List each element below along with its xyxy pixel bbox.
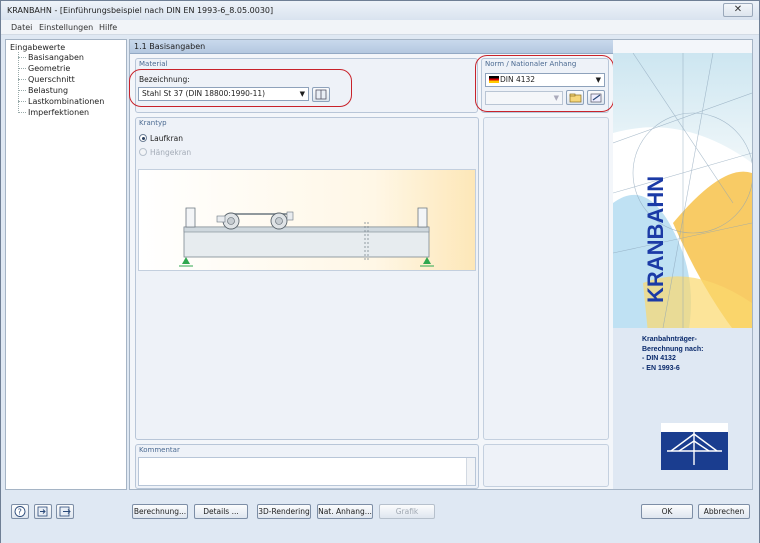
right-info-pane <box>483 117 609 440</box>
tree-item-querschnitt[interactable]: Querschnitt <box>28 75 75 84</box>
tree-item-belastung[interactable]: Belastung <box>28 86 68 95</box>
panel-title: 1.1 Basisangaben <box>134 42 206 51</box>
tree-root-eingabewerte[interactable]: Eingabewerte <box>10 43 65 52</box>
laufkran-label: Laufkran <box>150 134 183 143</box>
crane-illustration <box>138 169 476 271</box>
3d-rendering-button[interactable]: 3D-Rendering <box>257 504 311 519</box>
export-button[interactable] <box>56 504 74 519</box>
kommentar-textarea[interactable] <box>138 457 476 486</box>
grafik-button[interactable]: Grafik <box>379 504 435 519</box>
krantyp-group: Krantyp <box>135 117 479 440</box>
haengekran-radio[interactable] <box>139 148 147 156</box>
bottom-toolbar: ? Berechnung... Details ... 3D-Rendering… <box>1 496 759 543</box>
tree-item-basisangaben[interactable]: Basisangaben <box>28 53 84 62</box>
krantyp-group-label: Krantyp <box>139 119 167 127</box>
panel-header: 1.1 Basisangaben <box>130 40 613 54</box>
tree-guide-tick <box>18 90 26 91</box>
tree-guide-tick <box>18 101 26 102</box>
ok-button[interactable]: OK <box>641 504 693 519</box>
tree-item-imperfektionen[interactable]: Imperfektionen <box>28 108 89 117</box>
banner-caption: Kranbahnträger- Berechnung nach: - DIN 4… <box>642 335 703 373</box>
berechnung-button[interactable]: Berechnung... <box>132 504 188 519</box>
right-lower-pane <box>483 444 609 487</box>
tree-item-geometrie[interactable]: Geometrie <box>28 64 70 73</box>
tree-guide-tick <box>18 68 26 69</box>
banner-caption-line: - EN 1993-6 <box>642 364 680 372</box>
abbrechen-button[interactable]: Abbrechen <box>698 504 750 519</box>
help-button[interactable]: ? <box>11 504 29 519</box>
tree-guide-tick <box>18 79 26 80</box>
help-icon: ? <box>14 506 26 517</box>
tree-guide-tick <box>18 57 26 58</box>
menu-datei[interactable]: Datei <box>11 23 32 32</box>
window-title: KRANBAHN - [Einführungsbeispiel nach DIN… <box>7 6 274 15</box>
svg-text:?: ? <box>18 508 22 517</box>
banner-caption-line: Berechnung nach: <box>642 345 704 353</box>
norm-highlight-ring <box>475 55 614 112</box>
banner-caption-line: - DIN 4132 <box>642 355 676 362</box>
material-highlight-ring <box>129 69 352 107</box>
banner-caption-line: Kranbahnträger- <box>642 336 697 343</box>
tree-guide-line <box>18 52 19 113</box>
close-icon: ✕ <box>733 4 743 15</box>
haengekran-label: Hängekran <box>150 148 192 157</box>
export-icon <box>59 506 71 517</box>
close-window-button[interactable]: ✕ <box>723 3 753 17</box>
tree-guide-tick <box>18 112 26 113</box>
crane-girder-drawing <box>179 207 434 267</box>
kommentar-group-label: Kommentar <box>139 446 180 454</box>
material-group-label: Material <box>139 60 168 68</box>
menu-einstellungen[interactable]: Einstellungen <box>39 23 93 32</box>
banner-word: KRANBAHN <box>643 176 668 303</box>
import-button[interactable] <box>34 504 52 519</box>
menu-hilfe[interactable]: Hilfe <box>99 23 117 32</box>
banner-graphic: KRANBAHN <box>613 53 752 489</box>
title-bar: KRANBAHN - [Einführungsbeispiel nach DIN… <box>1 1 759 20</box>
navigation-tree: Eingabewerte Basisangaben Geometrie Quer… <box>5 39 127 490</box>
laufkran-radio[interactable] <box>139 134 147 142</box>
nat-anhang-button[interactable]: Nat. Anhang... <box>317 504 373 519</box>
import-icon <box>37 506 48 517</box>
kranbahn-banner: KRANBAHN Kranbahnträger- Berechnung nach… <box>613 53 752 489</box>
application-window: KRANBAHN - [Einführungsbeispiel nach DIN… <box>0 0 760 543</box>
tree-item-lastkombinationen[interactable]: Lastkombinationen <box>28 97 104 106</box>
details-button[interactable]: Details ... <box>194 504 248 519</box>
kommentar-scrollbar[interactable] <box>466 458 475 485</box>
menu-bar: Datei Einstellungen Hilfe <box>1 20 759 35</box>
